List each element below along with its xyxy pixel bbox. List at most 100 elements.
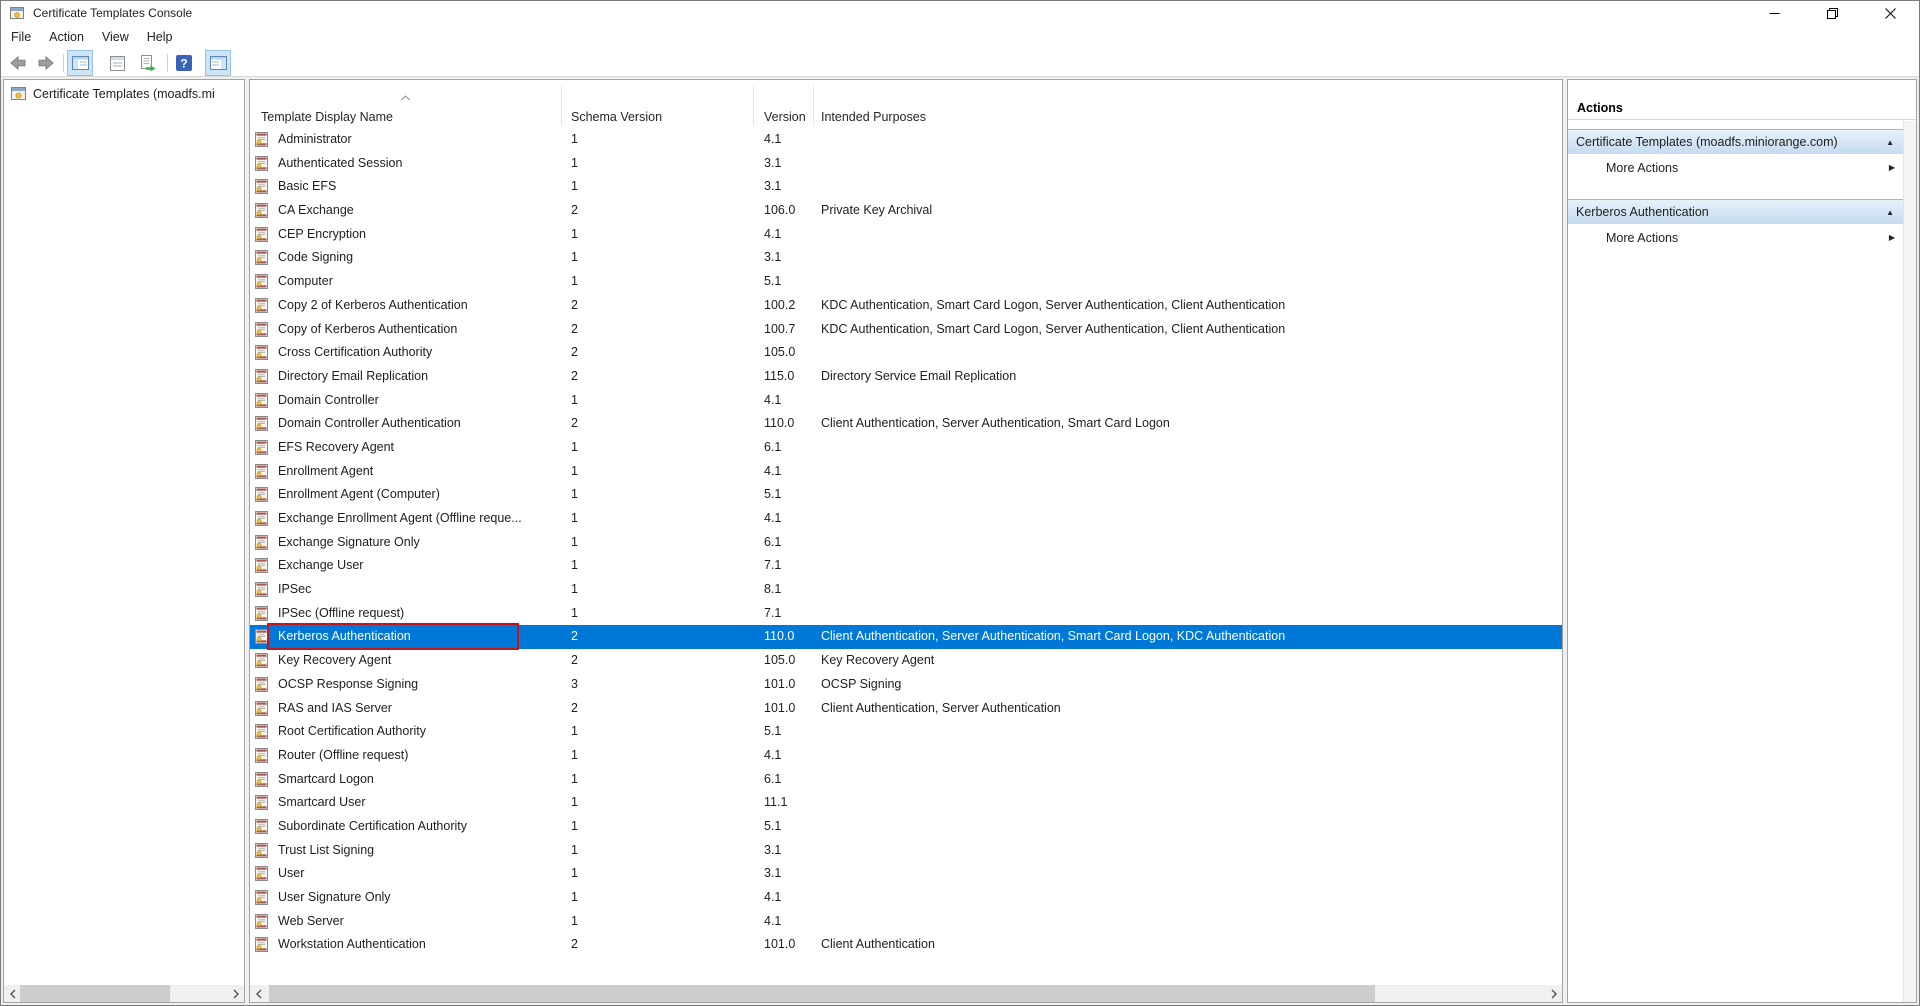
row-schema: 1: [571, 483, 578, 507]
table-row[interactable]: Smartcard Logon 1 6.1: [250, 768, 1562, 792]
menu-action[interactable]: Action: [40, 25, 93, 49]
show-console-tree-button[interactable]: [68, 51, 92, 75]
column-separator[interactable]: [753, 86, 754, 126]
section-gap: [1568, 182, 1903, 191]
table-row[interactable]: Authenticated Session 1 3.1: [250, 152, 1562, 176]
row-version: 8.1: [764, 578, 781, 602]
menu-help[interactable]: Help: [138, 25, 182, 49]
row-version: 4.1: [764, 910, 781, 934]
table-row[interactable]: Kerberos Authentication 2 110.0 Client A…: [250, 625, 1562, 649]
table-row[interactable]: Exchange Signature Only 1 6.1: [250, 531, 1562, 555]
table-row[interactable]: Administrator 1 4.1: [250, 128, 1562, 152]
row-version: 5.1: [764, 483, 781, 507]
forward-button[interactable]: [34, 51, 58, 75]
restore-button[interactable]: [1803, 1, 1861, 25]
certificate-template-icon: [254, 724, 269, 739]
row-version: 6.1: [764, 768, 781, 792]
more-actions-certificate-templates[interactable]: More Actions ▶: [1568, 154, 1903, 182]
table-row[interactable]: Computer 1 5.1: [250, 270, 1562, 294]
table-row[interactable]: Key Recovery Agent 2 105.0 Key Recovery …: [250, 649, 1562, 673]
actions-section-certificate-templates[interactable]: Certificate Templates (moadfs.miniorange…: [1568, 129, 1903, 154]
row-schema: 2: [571, 649, 578, 673]
list-horizontal-scrollbar[interactable]: [250, 985, 1562, 1002]
table-row[interactable]: Workstation Authentication 2 101.0 Clien…: [250, 933, 1562, 957]
row-name: Web Server: [278, 910, 344, 934]
certificate-template-icon: [254, 890, 269, 905]
table-row[interactable]: Copy of Kerberos Authentication 2 100.7 …: [250, 318, 1562, 342]
scroll-right-icon[interactable]: [1545, 985, 1562, 1002]
row-version: 105.0: [764, 649, 795, 673]
column-header-intended-purposes[interactable]: Intended Purposes: [821, 110, 926, 124]
section-title: Certificate Templates (moadfs.miniorange…: [1576, 135, 1838, 149]
more-actions-kerberos-authentication[interactable]: More Actions ▶: [1568, 224, 1903, 252]
table-row[interactable]: IPSec (Offline request) 1 7.1: [250, 602, 1562, 626]
row-purposes: Client Authentication, Server Authentica…: [821, 697, 1061, 721]
table-row[interactable]: Domain Controller 1 4.1: [250, 389, 1562, 413]
export-list-button[interactable]: [135, 51, 159, 75]
help-button[interactable]: ?: [172, 51, 196, 75]
tree-horizontal-scrollbar[interactable]: [4, 985, 244, 1002]
table-row[interactable]: Enrollment Agent (Computer) 1 5.1: [250, 483, 1562, 507]
menu-file[interactable]: File: [2, 25, 40, 49]
column-separator[interactable]: [561, 86, 562, 126]
table-row[interactable]: Trust List Signing 1 3.1: [250, 839, 1562, 863]
column-header-template-display-name[interactable]: Template Display Name: [261, 110, 393, 124]
column-separator[interactable]: [813, 86, 814, 126]
table-row[interactable]: Domain Controller Authentication 2 110.0…: [250, 412, 1562, 436]
table-row[interactable]: Web Server 1 4.1: [250, 910, 1562, 934]
table-row[interactable]: Exchange User 1 7.1: [250, 554, 1562, 578]
table-row[interactable]: CA Exchange 2 106.0 Private Key Archival: [250, 199, 1562, 223]
actions-vertical-scrollbar[interactable]: [1903, 121, 1916, 1002]
row-name: Cross Certification Authority: [278, 341, 432, 365]
minimize-button[interactable]: [1745, 1, 1803, 25]
table-row[interactable]: Enrollment Agent 1 4.1: [250, 460, 1562, 484]
table-row[interactable]: Smartcard User 1 11.1: [250, 791, 1562, 815]
row-name: Directory Email Replication: [278, 365, 428, 389]
table-row[interactable]: Router (Offline request) 1 4.1: [250, 744, 1562, 768]
column-header-schema-version[interactable]: Schema Version: [571, 110, 662, 124]
table-row[interactable]: Exchange Enrollment Agent (Offline reque…: [250, 507, 1562, 531]
back-button[interactable]: [6, 51, 30, 75]
table-row[interactable]: Directory Email Replication 2 115.0 Dire…: [250, 365, 1562, 389]
actions-body: Certificate Templates (moadfs.miniorange…: [1568, 121, 1903, 1002]
table-row[interactable]: OCSP Response Signing 3 101.0 OCSP Signi…: [250, 673, 1562, 697]
table-row[interactable]: Copy 2 of Kerberos Authentication 2 100.…: [250, 294, 1562, 318]
properties-button[interactable]: [105, 51, 129, 75]
table-row[interactable]: Code Signing 1 3.1: [250, 246, 1562, 270]
certificate-template-icon: [254, 701, 269, 716]
close-button[interactable]: [1861, 1, 1919, 25]
row-schema: 3: [571, 673, 578, 697]
table-row[interactable]: User 1 3.1: [250, 862, 1562, 886]
table-row[interactable]: User Signature Only 1 4.1: [250, 886, 1562, 910]
scroll-right-icon[interactable]: [227, 985, 244, 1002]
row-name: Exchange Signature Only: [278, 531, 420, 555]
scrollbar-thumb[interactable]: [269, 985, 1375, 1002]
menu-view[interactable]: View: [93, 25, 138, 49]
column-header-version[interactable]: Version: [764, 110, 806, 124]
row-version: 11.1: [764, 791, 787, 815]
row-version: 100.7: [764, 318, 795, 342]
table-row[interactable]: Subordinate Certification Authority 1 5.…: [250, 815, 1562, 839]
table-row[interactable]: IPSec 1 8.1: [250, 578, 1562, 602]
row-version: 4.1: [764, 128, 781, 152]
certificate-template-icon: [254, 440, 269, 455]
table-row[interactable]: Basic EFS 1 3.1: [250, 175, 1562, 199]
row-name: Key Recovery Agent: [278, 649, 391, 673]
table-row[interactable]: RAS and IAS Server 2 101.0 Client Authen…: [250, 697, 1562, 721]
table-row[interactable]: EFS Recovery Agent 1 6.1: [250, 436, 1562, 460]
table-row[interactable]: Root Certification Authority 1 5.1: [250, 720, 1562, 744]
sort-ascending-icon: [400, 95, 411, 101]
scrollbar-thumb[interactable]: [20, 985, 170, 1002]
actions-section-kerberos-authentication[interactable]: Kerberos Authentication ▲: [1568, 199, 1903, 224]
section-title: Kerberos Authentication: [1576, 205, 1709, 219]
row-name: Exchange User: [278, 554, 363, 578]
collapse-icon[interactable]: ▲: [1886, 200, 1894, 225]
scroll-left-icon[interactable]: [4, 985, 21, 1002]
scroll-left-icon[interactable]: [250, 985, 267, 1002]
table-row[interactable]: CEP Encryption 1 4.1: [250, 223, 1562, 247]
row-version: 3.1: [764, 152, 781, 176]
collapse-icon[interactable]: ▲: [1886, 130, 1894, 155]
tree-item-certificate-templates[interactable]: Certificate Templates (moadfs.mi: [4, 82, 244, 106]
table-row[interactable]: Cross Certification Authority 2 105.0: [250, 341, 1562, 365]
show-action-pane-button[interactable]: [206, 51, 230, 75]
